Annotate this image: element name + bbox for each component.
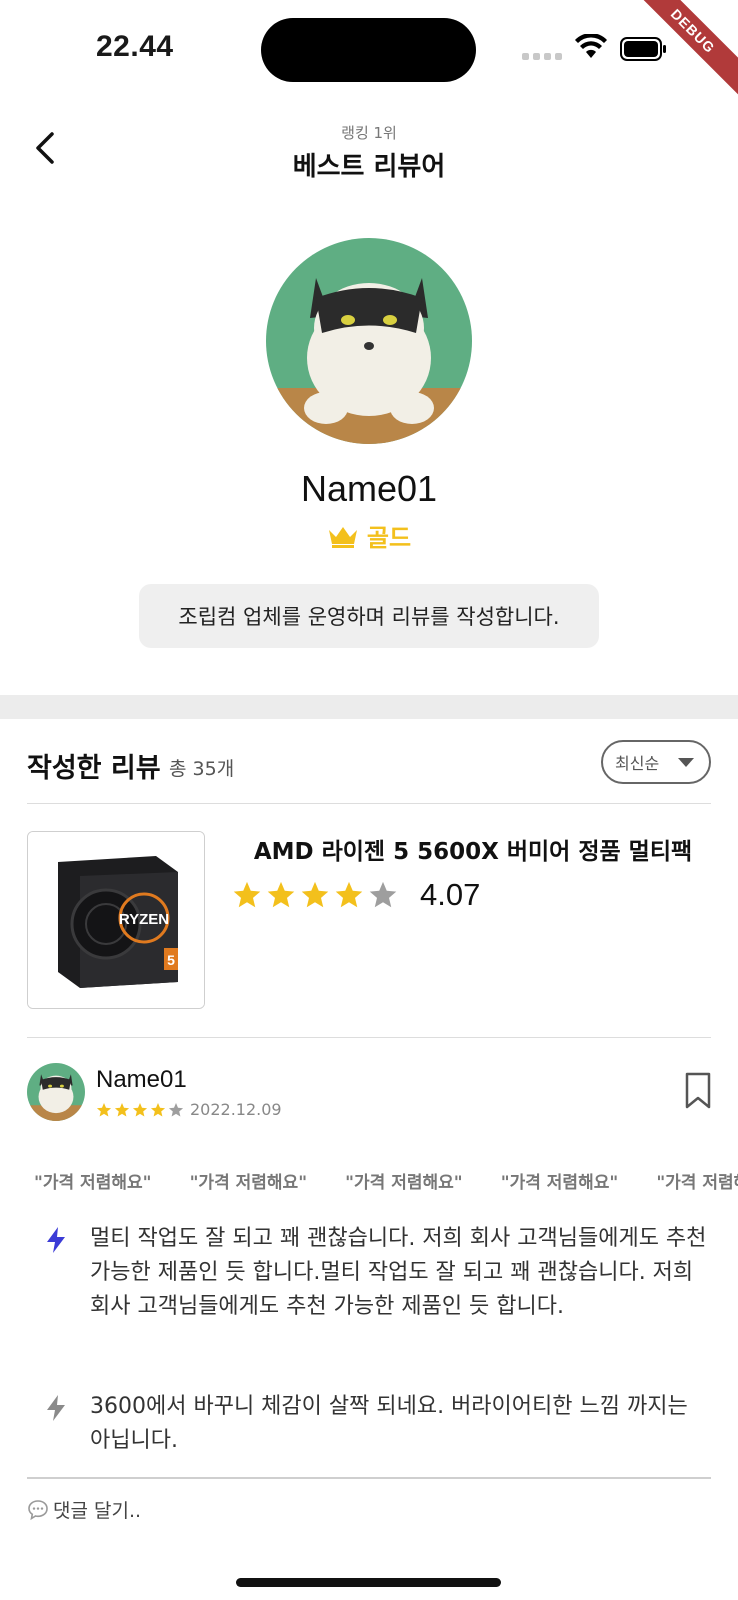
star-icon [96,1102,112,1117]
reviews-title: 작성한 리뷰 [27,753,161,784]
grade-label: 골드 [366,524,412,552]
star-empty-icon [168,1102,184,1117]
review-tags: "가격 저렴해요" "가격 저렴해요" "가격 저렴해요" "가격 저렴해요" … [34,1168,738,1193]
review-tag: "가격 저렴해요" [500,1173,619,1193]
star-empty-icon [369,881,397,908]
product-box-text: RYZEN [119,911,169,928]
home-indicator[interactable] [236,1578,501,1587]
nav-subtitle: 랭킹 1위 [341,124,397,142]
rating-value: 4.07 [420,877,481,912]
reviews-header: 작성한 리뷰 총 35개 최신순 [27,740,711,790]
comment-input[interactable]: 댓글 달기.. [27,1496,141,1523]
lightning-blue-icon [47,1227,65,1253]
review-date: 2022.12.09 [190,1100,282,1119]
divider [27,1477,711,1479]
reviewer-name[interactable]: Name01 [96,1066,187,1094]
crown-icon [328,526,357,548]
divider [27,803,711,804]
product-image[interactable]: RYZEN 5 [27,831,205,1009]
battery-icon [620,37,666,61]
star-icon [301,881,329,908]
star-icon [150,1102,166,1117]
star-icon [114,1102,130,1117]
star-icon [132,1102,148,1117]
caret-down-icon [678,758,694,767]
star-icon [335,881,363,908]
star-icon [267,881,295,908]
page-title: 베스트 리뷰어 [292,152,446,182]
bio-text: 조립컴 업체를 운영하며 리뷰를 작성합니다. [139,584,599,648]
divider [27,1037,711,1038]
grade-badge: 골드 [0,518,738,553]
status-time: 22.44 [96,30,174,63]
product-name[interactable]: AMD 라이젠 5 5600X 버미어 정품 멀티팩 [238,832,708,866]
product-rating: 4.07 [232,877,480,913]
signal-icon [522,53,562,60]
speech-bubble-icon [28,1499,48,1520]
review-tag: "가격 저렴해요" [189,1173,308,1193]
profile-avatar [266,238,472,444]
product-box-number: 5 [167,952,175,968]
review-tag: "가격 저렴해요" [656,1173,738,1193]
reviewer-meta: 2022.12.09 [96,1100,282,1119]
review-point: 멀티 작업도 잘 되고 꽤 괜찮습니다. 저희 회사 고객님들에게도 추천 가능… [44,1222,710,1324]
sort-dropdown[interactable]: 최신순 [601,740,711,784]
status-bar: 22.44 DEBUG [0,0,738,101]
section-divider [0,695,738,719]
review-point-text: 3600에서 바꾸니 체감이 살짝 되네요. 버라이어티한 느낌 까지는 아닙니… [90,1394,688,1453]
wifi-icon [575,34,607,58]
dynamic-island [261,18,476,82]
comment-placeholder: 댓글 달기.. [53,1500,142,1522]
review-point: 3600에서 바꾸니 체감이 살짝 되네요. 버라이어티한 느낌 까지는 아닙니… [44,1390,710,1458]
lightning-gray-icon [47,1395,65,1421]
sort-selected-label: 최신순 [615,754,660,773]
review-point-text: 멀티 작업도 잘 되고 꽤 괜찮습니다. 저희 회사 고객님들에게도 추천 가능… [90,1226,707,1319]
star-icon [233,881,261,908]
nav-bar: 랭킹 1위 베스트 리뷰어 [0,110,738,190]
review-tag: "가격 저렴해요" [345,1173,463,1193]
review-tag: "가격 저렴해요" [34,1173,152,1193]
reviews-count: 총 35개 [169,758,235,780]
bookmark-icon[interactable] [684,1072,712,1110]
reviewer-avatar[interactable] [27,1063,85,1121]
profile-name: Name01 [300,468,438,509]
